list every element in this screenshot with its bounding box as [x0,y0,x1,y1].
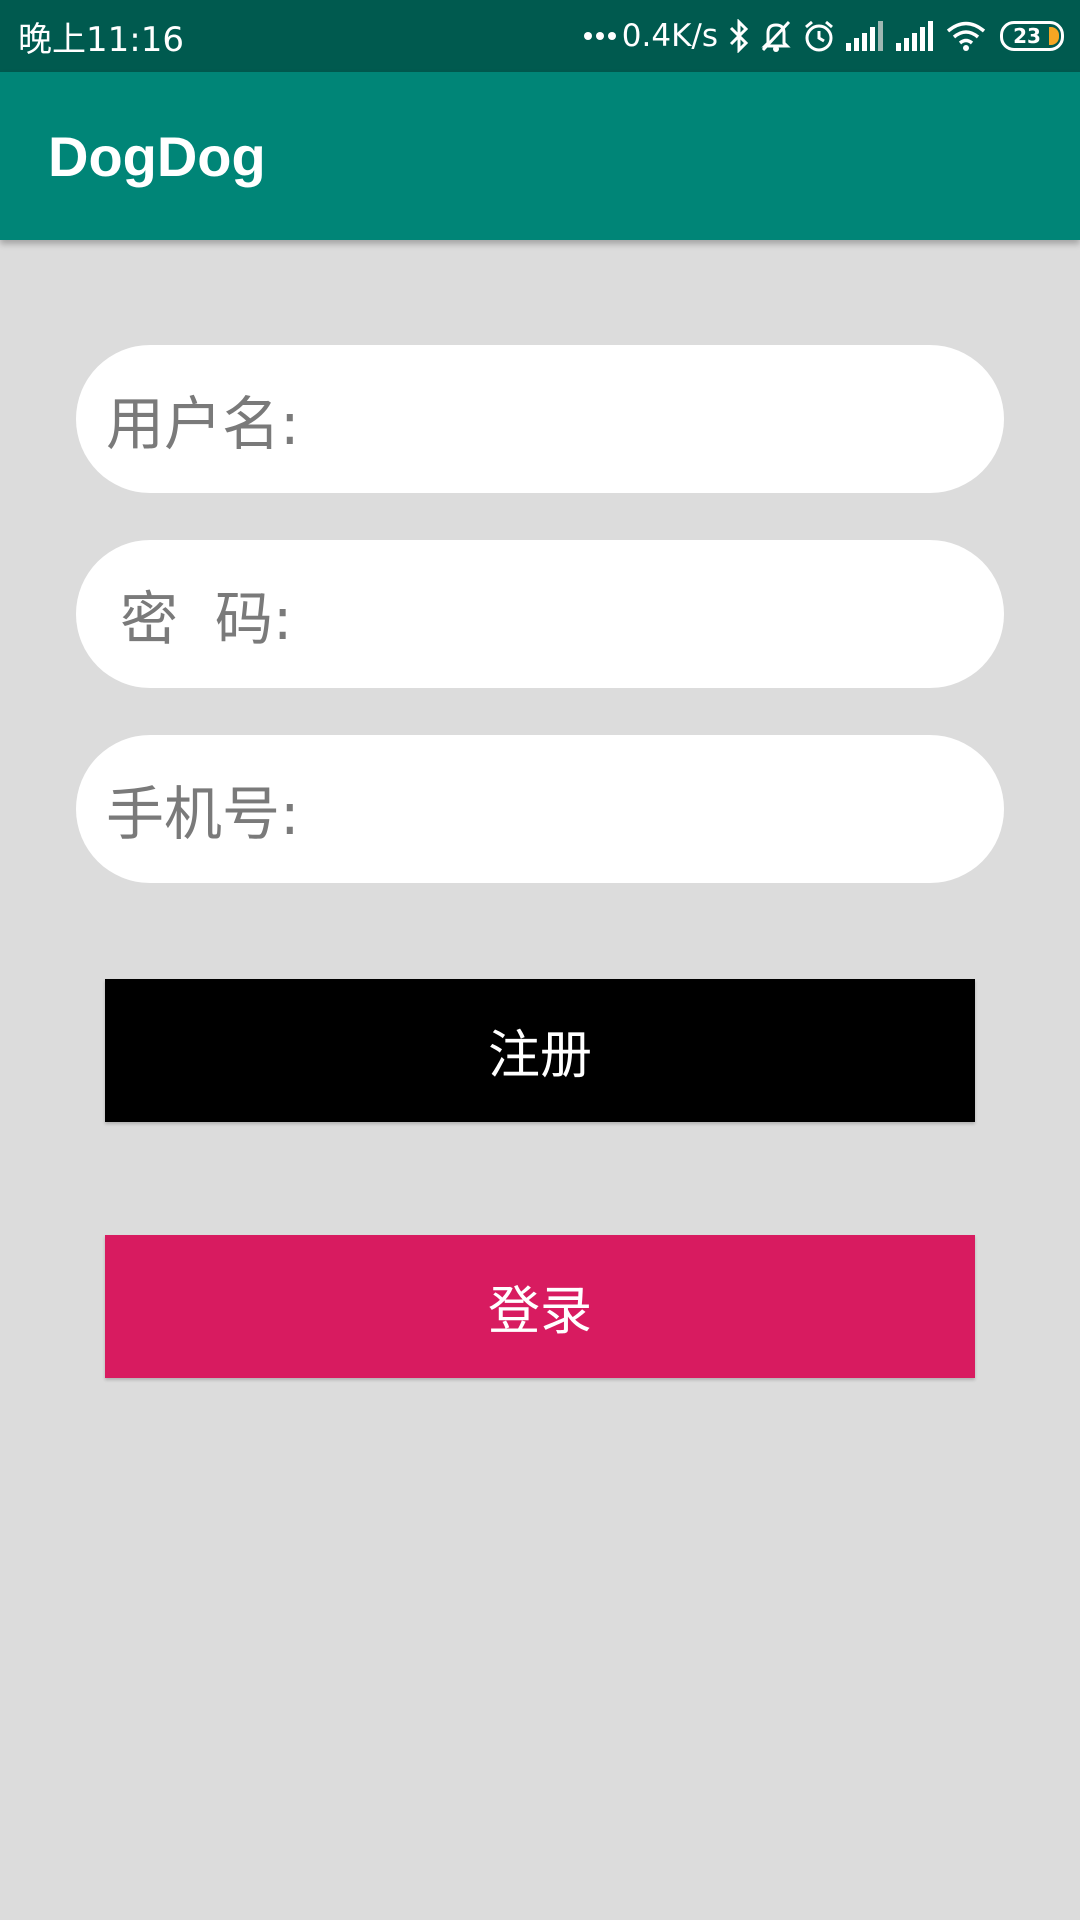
password-field[interactable]: 密 码: [76,539,1004,689]
register-button[interactable]: 注册 [105,979,975,1122]
username-field[interactable]: 用户名: [76,344,1007,494]
battery-icon: 23 [1000,21,1064,51]
battery-fill [1049,27,1059,45]
password-label: 密 码: [120,585,293,653]
network-speed-value: 0.4K/s [621,18,718,54]
status-icons: 0.4K/s 23 [583,16,1064,56]
username-input[interactable] [355,344,1007,494]
signal-icon-2 [896,16,936,56]
phone-label: 手机号: [106,780,300,848]
phone-field[interactable]: 手机号: [76,734,1004,884]
battery-level: 23 [1013,24,1041,48]
login-button[interactable]: 登录 [105,1235,975,1378]
password-input[interactable] [312,539,1004,689]
app-bar: DogDog [0,72,1080,240]
bluetooth-icon [728,16,750,56]
signal-icon [846,16,886,56]
status-time: 晚上11:16 [18,19,184,60]
bell-off-icon [760,16,792,56]
status-bar: 晚上11:16 0.4K/s 23 [0,0,1080,72]
alarm-icon [802,16,836,56]
app-title: DogDog [48,124,266,188]
more-dots-icon [583,32,616,40]
username-label: 用户名: [106,390,300,458]
network-speed: 0.4K/s [583,18,718,54]
phone-input[interactable] [319,734,1004,884]
wifi-icon [946,16,986,56]
